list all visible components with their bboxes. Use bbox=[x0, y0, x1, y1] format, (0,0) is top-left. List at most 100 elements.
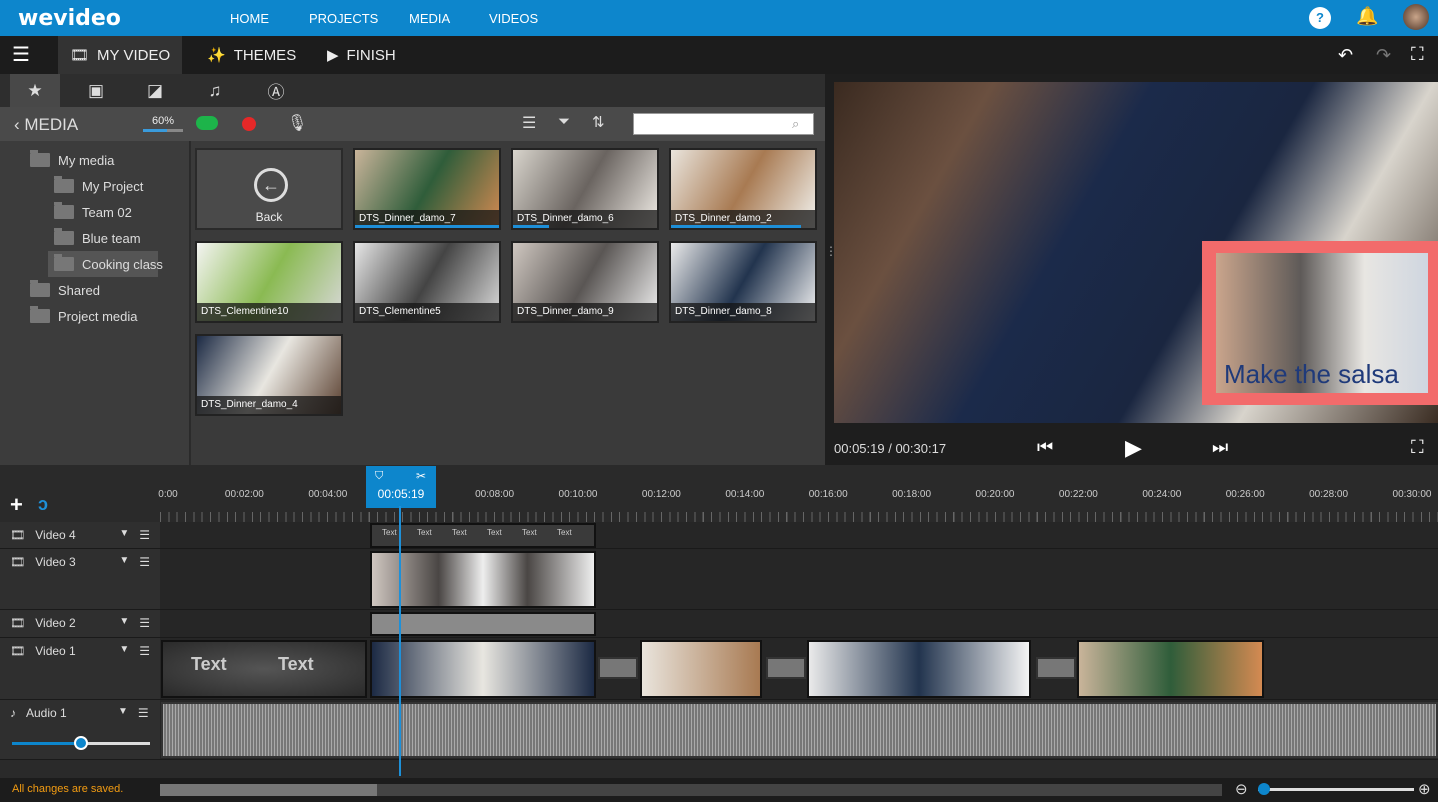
text-icon[interactable]: Ⓐ bbox=[251, 74, 301, 107]
ruler-tick-label: 00:08:00 bbox=[475, 489, 515, 500]
folder-item[interactable]: My Project bbox=[0, 173, 189, 199]
preview-fullscreen-icon[interactable]: ⛶ bbox=[1411, 437, 1424, 458]
wevideo-logo[interactable]: wevideo bbox=[18, 6, 121, 31]
bell-icon[interactable]: 🔔 bbox=[1356, 6, 1378, 27]
folder-icon bbox=[30, 150, 50, 167]
timeline-ruler[interactable] bbox=[160, 512, 1438, 522]
back-arrow-icon: ← bbox=[254, 168, 288, 202]
add-track-icon[interactable]: + bbox=[10, 492, 23, 518]
nav-videos[interactable]: VIDEOS bbox=[489, 11, 538, 26]
media-category-tabs: ★ ▣ ◪ ♫ Ⓐ bbox=[0, 74, 825, 107]
media-thumbnail[interactable]: DTS_Clementine5 bbox=[353, 241, 501, 323]
back-tile[interactable]: ← Back bbox=[195, 148, 343, 230]
video-clip[interactable] bbox=[640, 640, 762, 698]
media-grid: ← Back DTS_Dinner_damo_7 DTS_Dinner_damo_… bbox=[191, 141, 825, 465]
media-header: ‹ MEDIA 60% 🎙 ☰ ⏷ ⇅ ⌕ bbox=[0, 107, 825, 141]
avatar[interactable] bbox=[1403, 4, 1429, 30]
track-menu-icon[interactable]: ☰ bbox=[139, 555, 150, 569]
back-label: Back bbox=[255, 210, 283, 224]
track-dropdown-icon[interactable]: ▼ bbox=[118, 706, 128, 717]
tab-themes[interactable]: ✨ THEMES bbox=[195, 36, 308, 74]
cloud-upload-icon[interactable] bbox=[196, 116, 218, 130]
track-menu-icon[interactable]: ☰ bbox=[139, 528, 150, 542]
horizontal-scrollbar[interactable] bbox=[160, 784, 1222, 796]
transition-icon[interactable] bbox=[1036, 657, 1076, 679]
media-search-input[interactable] bbox=[633, 113, 814, 135]
audio-volume-slider[interactable] bbox=[12, 736, 150, 750]
folder-item[interactable]: Shared bbox=[0, 277, 189, 303]
undo-icon[interactable]: ↶ bbox=[1338, 45, 1353, 66]
folder-item[interactable]: Team 02 bbox=[0, 199, 189, 225]
text-clip[interactable]: Text Text bbox=[161, 640, 367, 698]
sort-icon[interactable]: ⇅ bbox=[592, 113, 605, 131]
playhead-marker[interactable]: ⛉ ✂ 00:05:19 bbox=[366, 466, 436, 508]
hamburger-menu-icon[interactable]: ☰ bbox=[12, 45, 30, 65]
track-menu-icon[interactable]: ☰ bbox=[139, 644, 150, 658]
folder-item[interactable]: My media bbox=[0, 147, 189, 173]
zoom-out-icon[interactable]: ⊖ bbox=[1235, 780, 1248, 798]
audio-icon[interactable]: ♫ bbox=[190, 74, 240, 107]
media-thumbnail[interactable]: DTS_Clementine10 bbox=[195, 241, 343, 323]
folder-icon bbox=[30, 306, 50, 323]
transitions-icon[interactable]: ◪ bbox=[130, 74, 180, 107]
track-menu-icon[interactable]: ☰ bbox=[139, 616, 150, 630]
skip-back-icon[interactable]: ⏮ bbox=[1037, 437, 1053, 458]
volume-handle[interactable] bbox=[74, 736, 88, 750]
upload-progress-bar bbox=[143, 129, 183, 132]
track-menu-icon[interactable]: ☰ bbox=[138, 706, 149, 720]
split-scissors-icon[interactable]: ✂ bbox=[416, 469, 426, 483]
media-thumbnail[interactable]: DTS_Dinner_damo_6 bbox=[511, 148, 659, 230]
track-dropdown-icon[interactable]: ▼ bbox=[119, 616, 129, 627]
add-marker-icon[interactable]: ⛉ bbox=[375, 470, 383, 483]
playhead-line[interactable] bbox=[399, 506, 401, 776]
track-dropdown-icon[interactable]: ▼ bbox=[119, 555, 129, 566]
video-clip[interactable] bbox=[370, 640, 596, 698]
list-view-icon[interactable]: ☰ bbox=[522, 113, 536, 133]
microphone-icon[interactable]: 🎙 bbox=[287, 113, 307, 133]
video-preview[interactable]: Make the salsa bbox=[834, 82, 1438, 423]
fullscreen-icon[interactable]: ⛶ bbox=[1411, 44, 1424, 65]
media-thumbnail[interactable]: DTS_Dinner_damo_2 bbox=[669, 148, 817, 230]
transition-icon[interactable] bbox=[598, 657, 638, 679]
media-thumbnail[interactable]: DTS_Dinner_damo_7 bbox=[353, 148, 501, 230]
play-icon[interactable]: ▶ bbox=[1125, 435, 1142, 461]
my-media-folder-icon[interactable]: ★ bbox=[10, 74, 60, 107]
images-icon[interactable]: ▣ bbox=[71, 74, 121, 107]
magnet-snap-icon[interactable]: ↄ bbox=[38, 494, 48, 515]
track-lane[interactable] bbox=[160, 549, 1438, 610]
record-icon[interactable] bbox=[242, 117, 256, 131]
video-clip[interactable] bbox=[1077, 640, 1264, 698]
folder-item[interactable]: Cooking class bbox=[48, 251, 163, 277]
nav-projects[interactable]: PROJECTS bbox=[309, 11, 378, 26]
track-lane[interactable] bbox=[160, 610, 1438, 638]
folder-icon bbox=[54, 176, 74, 193]
folder-icon bbox=[54, 202, 74, 219]
zoom-in-icon[interactable]: ⊕ bbox=[1418, 780, 1431, 798]
media-thumbnail[interactable]: DTS_Dinner_damo_4 bbox=[195, 334, 343, 416]
help-icon[interactable]: ? bbox=[1309, 7, 1331, 29]
tab-finish[interactable]: ▶ FINISH bbox=[315, 36, 408, 74]
video-clip[interactable] bbox=[370, 551, 596, 608]
media-thumbnail[interactable]: DTS_Dinner_damo_9 bbox=[511, 241, 659, 323]
filter-icon[interactable]: ⏷ bbox=[558, 113, 570, 130]
track-dropdown-icon[interactable]: ▼ bbox=[119, 528, 129, 539]
track-dropdown-icon[interactable]: ▼ bbox=[119, 644, 129, 655]
video-clip[interactable] bbox=[807, 640, 1031, 698]
skip-forward-icon[interactable]: ⏭ bbox=[1212, 437, 1228, 458]
tab-my-video[interactable]: 🎞 MY VIDEO bbox=[58, 36, 183, 74]
audio-clip-waveform[interactable] bbox=[161, 702, 1438, 758]
media-back-button[interactable]: ‹ MEDIA bbox=[14, 115, 78, 135]
scrollbar-thumb[interactable] bbox=[160, 784, 377, 796]
folder-item[interactable]: Project media bbox=[0, 303, 189, 329]
track-lane[interactable] bbox=[160, 522, 1438, 549]
redo-icon[interactable]: ↷ bbox=[1376, 45, 1391, 66]
nav-media[interactable]: MEDIA bbox=[409, 11, 450, 26]
media-thumbnail[interactable]: DTS_Dinner_damo_8 bbox=[669, 241, 817, 323]
folder-item[interactable]: Blue team bbox=[0, 225, 189, 251]
nav-home[interactable]: HOME bbox=[230, 11, 269, 26]
zoom-slider[interactable] bbox=[1258, 783, 1414, 795]
text-clip[interactable]: Text Text Text Text Text Text bbox=[370, 523, 596, 548]
transition-icon[interactable] bbox=[766, 657, 806, 679]
folder-name: My Project bbox=[82, 178, 144, 194]
video-clip[interactable] bbox=[370, 612, 596, 636]
